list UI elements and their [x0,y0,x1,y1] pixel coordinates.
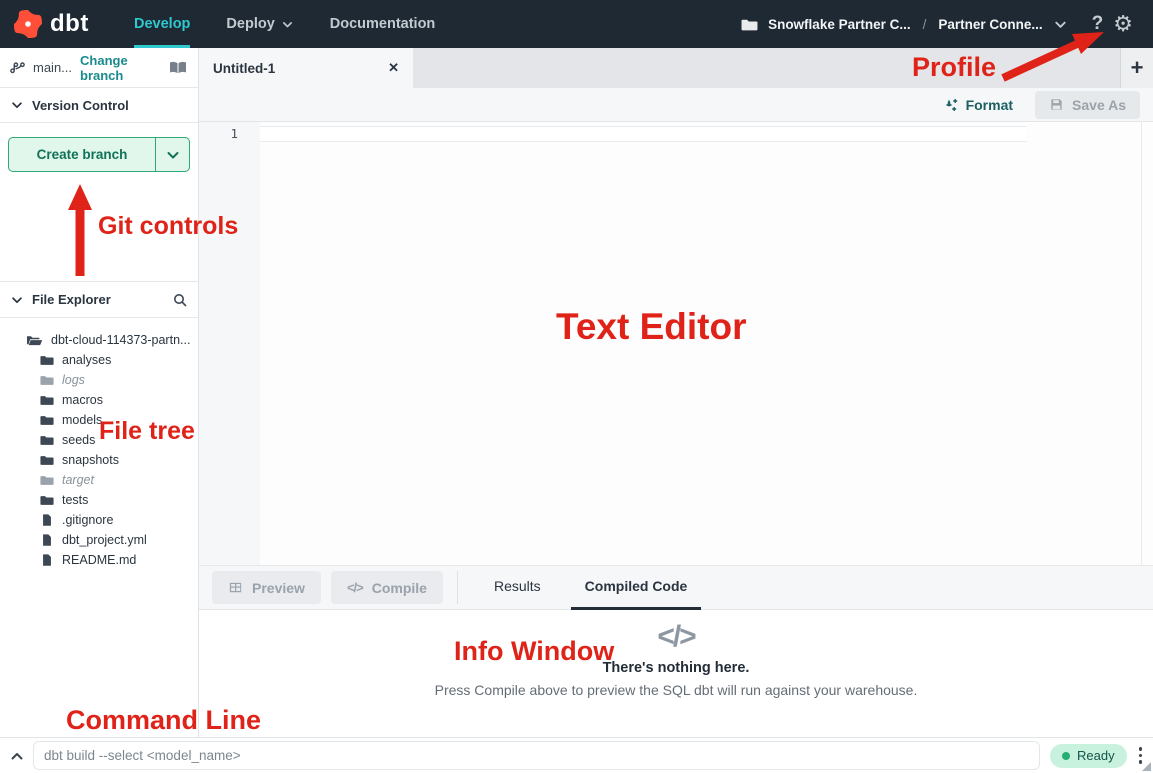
bottom-panel-toolbar: Preview </> Compile Results Compiled Cod… [199,565,1153,610]
text-editor[interactable]: 1 [199,122,1153,565]
folder-icon [40,473,54,487]
app-header: dbt Develop Deploy Documentation Snowfla… [0,0,1153,48]
folder-open-icon [26,333,43,348]
chevron-down-icon[interactable] [1053,17,1068,32]
breadcrumb-separator: / [921,17,929,32]
folder-icon [741,16,758,33]
status-dot [1062,752,1070,760]
line-number: 1 [230,126,238,141]
tree-folder-target[interactable]: target [0,470,198,490]
breadcrumb-project[interactable]: Partner Conne... [938,17,1042,32]
empty-state-title: There's nothing here. [603,660,750,676]
change-branch-link[interactable]: Change branch [80,53,160,83]
command-input[interactable] [33,741,1040,770]
resize-grip[interactable] [1142,762,1151,771]
dbt-logo[interactable]: dbt [0,10,120,38]
file-icon [40,513,54,527]
folder-icon [40,393,54,407]
status-text: Ready [1077,748,1115,763]
folder-icon [40,453,54,467]
status-badge: Ready [1050,744,1127,768]
tree-root-folder[interactable]: dbt-cloud-114373-partn... [0,330,198,350]
code-icon: </> [657,620,694,654]
chevron-down-icon [10,98,24,112]
tab-results[interactable]: Results [480,566,555,610]
version-control-title: Version Control [32,98,129,113]
panel-divider [457,571,458,604]
tree-file-gitignore[interactable]: .gitignore [0,510,198,530]
code-icon: </> [347,580,363,595]
sparkle-icon [943,97,959,113]
new-tab-button[interactable]: + [1120,48,1153,88]
tree-folder-seeds[interactable]: seeds [0,430,198,450]
file-tree: dbt-cloud-114373-partn... analyses logs … [0,318,198,570]
folder-icon [40,373,54,387]
tree-folder-snapshots[interactable]: snapshots [0,450,198,470]
editor-tab-bar: Untitled-1 ✕ + [199,48,1153,88]
folder-icon [40,413,54,427]
info-window: </> There's nothing here. Press Compile … [199,610,1153,737]
help-icon[interactable]: ? [1092,13,1104,35]
folder-icon [40,353,54,367]
save-as-button[interactable]: Save As [1035,91,1140,119]
file-explorer-section: File Explorer dbt-cloud-114373-partn... … [0,281,198,570]
tree-folder-macros[interactable]: macros [0,390,198,410]
tree-file-readme[interactable]: README.md [0,550,198,570]
table-icon [228,580,243,595]
current-branch-name: main... [33,60,72,75]
file-explorer-header[interactable]: File Explorer [0,281,198,318]
dbt-logo-text: dbt [50,10,89,38]
file-explorer-title: File Explorer [32,292,111,307]
nav-deploy[interactable]: Deploy [226,0,293,48]
sidebar: main... Change branch Version Control Cr… [0,48,199,737]
nav-documentation[interactable]: Documentation [330,0,436,48]
tree-folder-analyses[interactable]: analyses [0,350,198,370]
tree-file-dbt-project-yml[interactable]: dbt_project.yml [0,530,198,550]
editor-toolbar: Format Save As [199,88,1153,122]
editor-scrollbar[interactable] [1141,122,1142,565]
docs-book-icon[interactable] [168,60,188,76]
preview-button[interactable]: Preview [212,571,321,604]
tree-folder-tests[interactable]: tests [0,490,198,510]
tab-compiled-code[interactable]: Compiled Code [571,566,702,610]
close-icon[interactable]: ✕ [388,60,399,76]
command-bar: Ready [0,737,1153,773]
gear-icon[interactable]: ⚙ [1113,13,1133,35]
file-icon [40,533,54,547]
chevron-down-icon [281,18,294,31]
editor-current-line[interactable] [260,126,1027,142]
header-right: Snowflake Partner C... / Partner Conne..… [741,13,1153,35]
chevron-up-icon[interactable] [0,748,33,764]
folder-icon [40,433,54,447]
tab-title: Untitled-1 [213,61,275,76]
main-nav: Develop Deploy Documentation [134,0,435,48]
file-icon [40,553,54,567]
create-branch-dropdown[interactable] [155,138,189,171]
compile-button[interactable]: </> Compile [331,571,443,604]
tree-folder-models[interactable]: models [0,410,198,430]
tab-untitled-1[interactable]: Untitled-1 ✕ [199,48,413,88]
breadcrumb-account[interactable]: Snowflake Partner C... [768,17,911,32]
dbt-logo-icon [14,10,42,38]
chevron-down-icon [10,293,24,307]
empty-state-subtitle: Press Compile above to preview the SQL d… [435,682,918,698]
folder-icon [40,493,54,507]
tree-folder-logs[interactable]: logs [0,370,198,390]
create-branch-button[interactable]: Create branch [8,137,190,172]
editor-gutter: 1 [199,122,260,565]
nav-develop[interactable]: Develop [134,0,190,48]
branch-row: main... Change branch [0,48,198,88]
chevron-down-icon [165,147,181,163]
git-branch-icon [10,60,25,75]
search-icon[interactable] [172,292,188,308]
create-branch-label: Create branch [9,138,155,171]
save-icon [1049,97,1064,112]
version-control-header[interactable]: Version Control [0,88,198,123]
format-button[interactable]: Format [943,97,1013,113]
editor-column: Untitled-1 ✕ + Format Save As 1 Preview … [199,48,1153,737]
